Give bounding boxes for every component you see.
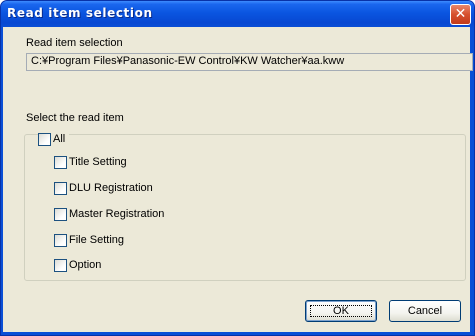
read-item-selection-label: Read item selection [26, 37, 123, 49]
ok-button[interactable]: OK [305, 300, 377, 322]
checkbox-title-setting[interactable]: Title Setting [54, 155, 131, 169]
checkbox-all[interactable]: All [38, 132, 70, 146]
checkbox-option[interactable]: Option [54, 258, 106, 272]
checkbox-dlu-registration-box[interactable] [54, 181, 67, 195]
checkbox-option-box[interactable] [54, 258, 67, 272]
checkbox-dlu-registration-label: DLU Registration [69, 182, 153, 194]
checkbox-file-setting-label: File Setting [69, 234, 125, 246]
checkbox-title-setting-label: Title Setting [69, 156, 127, 168]
select-read-item-label: Select the read item [26, 112, 124, 124]
close-button[interactable]: ✕ [450, 4, 471, 25]
window-title: Read item selection [7, 6, 153, 20]
checkbox-file-setting-box[interactable] [54, 233, 67, 247]
title-bar[interactable]: Read item selection ✕ [1, 1, 474, 28]
cancel-button[interactable]: Cancel [389, 300, 461, 322]
checkbox-dlu-registration[interactable]: DLU Registration [54, 181, 157, 195]
checkbox-all-box[interactable] [38, 132, 51, 146]
checkbox-master-registration-label: Master Registration [69, 208, 165, 220]
ok-button-label: OK [310, 305, 372, 317]
checkbox-option-label: Option [69, 259, 102, 271]
close-icon: ✕ [454, 6, 467, 22]
file-path-field: C:¥Program Files¥Panasonic-EW Control¥KW… [26, 53, 473, 71]
checkbox-title-setting-box[interactable] [54, 155, 67, 169]
checkbox-master-registration-box[interactable] [54, 207, 67, 221]
checkbox-file-setting[interactable]: File Setting [54, 233, 129, 247]
checkbox-master-registration[interactable]: Master Registration [54, 207, 169, 221]
checkbox-all-label: All [53, 133, 66, 145]
